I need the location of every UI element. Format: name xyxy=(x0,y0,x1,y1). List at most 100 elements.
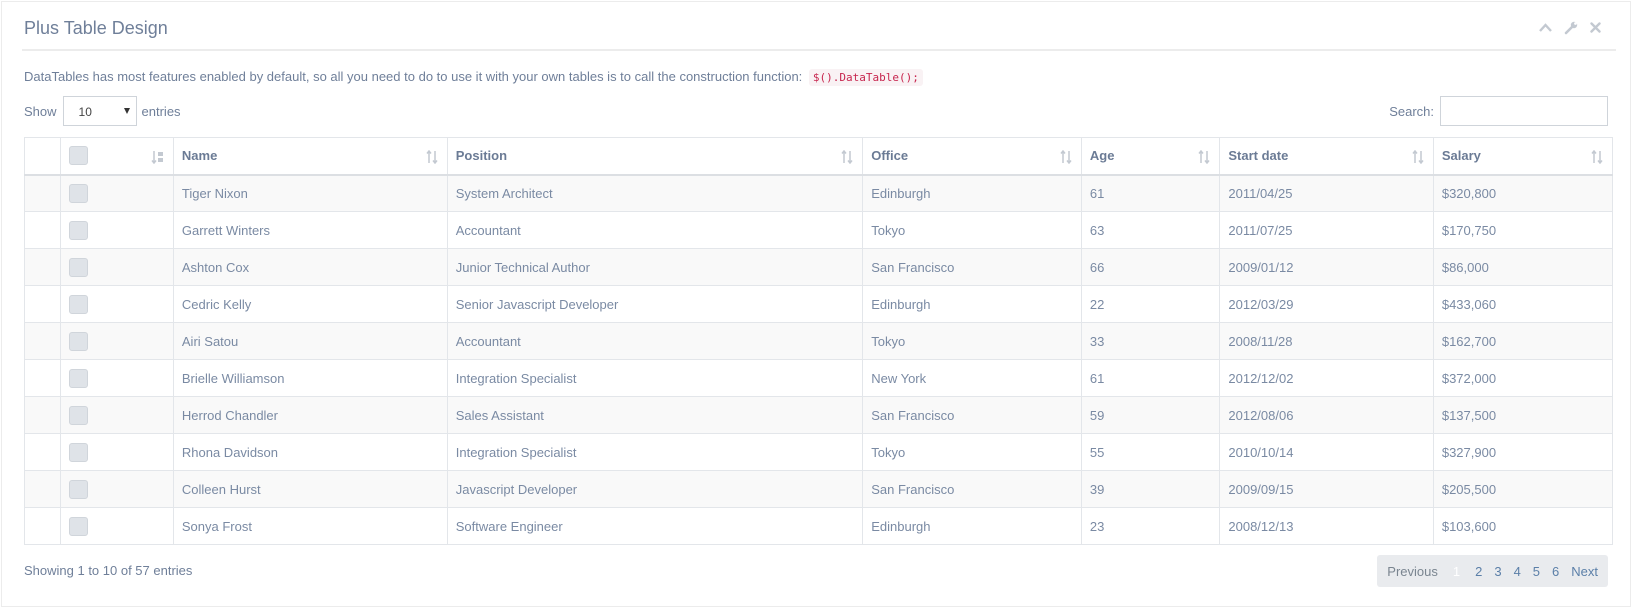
cell-name: Ashton Cox xyxy=(172,248,448,286)
cell-position: Junior Technical Author xyxy=(446,248,864,286)
cell-position: Accountant xyxy=(446,211,864,249)
cell-start-date: 2008/11/28 xyxy=(1219,322,1434,360)
table-info: Showing 1 to 10 of 57 entries xyxy=(24,563,193,578)
cell-start-date: 2009/09/15 xyxy=(1219,470,1434,508)
close-icon[interactable] xyxy=(1587,19,1604,36)
row-checkbox[interactable] xyxy=(69,294,89,314)
header-name[interactable]: Name xyxy=(172,137,448,176)
cell-salary: $433,060 xyxy=(1432,285,1614,323)
cell-position: Integration Specialist xyxy=(446,359,864,397)
header-age[interactable]: Age xyxy=(1080,137,1221,176)
cell-start-date: 2008/12/13 xyxy=(1219,507,1434,545)
header-salary[interactable]: Salary xyxy=(1432,137,1614,176)
intro-text: DataTables has most features enabled by … xyxy=(24,69,923,86)
cell-position: Sales Assistant xyxy=(446,396,864,434)
row-checkbox[interactable] xyxy=(69,516,89,536)
pagination-page-1[interactable]: 1 xyxy=(1448,564,1465,579)
length-prefix: Show xyxy=(24,103,57,119)
table-row: Herrod Chandler Sales Assistant San Fran… xyxy=(23,396,1614,434)
pagination-next[interactable]: Next xyxy=(1565,564,1604,579)
length-suffix: entries xyxy=(141,103,181,119)
row-select-cell xyxy=(60,396,174,434)
cell-office: Edinburgh xyxy=(862,174,1082,212)
table-row: Cedric Kelly Senior Javascript Developer… xyxy=(23,285,1614,323)
pagination-page-3[interactable]: 3 xyxy=(1488,564,1507,579)
table-row: Airi Satou Accountant Tokyo 33 2008/11/2… xyxy=(23,322,1614,360)
row-select-cell xyxy=(60,433,174,471)
row-blank-cell xyxy=(23,396,62,434)
cell-name: Herrod Chandler xyxy=(172,396,448,434)
panel-title: Plus Table Design xyxy=(24,18,168,38)
cell-name: Cedric Kelly xyxy=(172,285,448,323)
search-control: Search: xyxy=(1389,96,1608,126)
cell-age: 33 xyxy=(1080,322,1221,360)
cell-office: San Francisco xyxy=(862,396,1082,434)
row-select-cell xyxy=(60,248,174,286)
cell-age: 63 xyxy=(1080,211,1221,249)
row-checkbox[interactable] xyxy=(69,257,89,277)
header-office[interactable]: Office xyxy=(862,137,1082,176)
pagination-previous[interactable]: Previous xyxy=(1381,564,1448,579)
row-select-cell xyxy=(60,470,174,508)
cell-name: Sonya Frost xyxy=(172,507,448,545)
cell-salary: $162,700 xyxy=(1432,322,1614,360)
cell-age: 59 xyxy=(1080,396,1221,434)
table-row: Rhona Davidson Integration Specialist To… xyxy=(23,433,1614,471)
row-checkbox[interactable] xyxy=(69,331,89,351)
header-position[interactable]: Position xyxy=(446,137,864,176)
row-select-cell xyxy=(60,359,174,397)
sort-numeric-icon[interactable] xyxy=(151,150,165,164)
row-checkbox[interactable] xyxy=(69,442,89,462)
cell-office: New York xyxy=(862,359,1082,397)
row-checkbox[interactable] xyxy=(69,405,89,425)
cell-name: Rhona Davidson xyxy=(172,433,448,471)
wrench-icon[interactable] xyxy=(1562,19,1579,36)
row-checkbox[interactable] xyxy=(69,183,89,203)
cell-salary: $320,800 xyxy=(1432,174,1614,212)
row-blank-cell xyxy=(23,211,62,249)
table-row: Brielle Williamson Integration Specialis… xyxy=(23,359,1614,397)
pagination-page-5[interactable]: 5 xyxy=(1527,564,1546,579)
cell-salary: $103,600 xyxy=(1432,507,1614,545)
row-blank-cell xyxy=(23,507,62,545)
cell-position: Software Engineer xyxy=(446,507,864,545)
header-blank xyxy=(23,137,62,176)
panel-header: Plus Table Design xyxy=(22,2,1616,51)
chevron-up-icon[interactable] xyxy=(1537,19,1554,36)
header-start-date[interactable]: Start date xyxy=(1219,137,1434,176)
table-row: Garrett Winters Accountant Tokyo 63 2011… xyxy=(23,211,1614,249)
row-select-cell xyxy=(60,174,174,212)
panel: Plus Table Design DataTables has most fe… xyxy=(1,1,1631,607)
row-checkbox[interactable] xyxy=(69,220,89,240)
table-row: Colleen Hurst Javascript Developer San F… xyxy=(23,470,1614,508)
row-checkbox[interactable] xyxy=(69,368,89,388)
cell-age: 61 xyxy=(1080,359,1221,397)
cell-salary: $86,000 xyxy=(1432,248,1614,286)
cell-name: Airi Satou xyxy=(172,322,448,360)
cell-position: Integration Specialist xyxy=(446,433,864,471)
entries-select[interactable]: 10 xyxy=(62,96,137,126)
row-select-cell xyxy=(60,507,174,545)
header-select-all[interactable] xyxy=(60,137,174,176)
cell-age: 23 xyxy=(1080,507,1221,545)
cell-age: 66 xyxy=(1080,248,1221,286)
row-checkbox[interactable] xyxy=(69,479,89,499)
cell-position: Accountant xyxy=(446,322,864,360)
cell-start-date: 2012/12/02 xyxy=(1219,359,1434,397)
search-input[interactable] xyxy=(1440,96,1608,126)
pagination-page-2[interactable]: 2 xyxy=(1469,564,1488,579)
cell-position: System Architect xyxy=(446,174,864,212)
select-all-checkbox[interactable] xyxy=(69,146,89,166)
cell-position: Senior Javascript Developer xyxy=(446,285,864,323)
cell-age: 22 xyxy=(1080,285,1221,323)
entries-select-value: 10 xyxy=(78,105,92,119)
sort-icon xyxy=(426,150,438,164)
pagination-page-4[interactable]: 4 xyxy=(1508,564,1527,579)
pagination-page-6[interactable]: 6 xyxy=(1546,564,1565,579)
cell-salary: $327,900 xyxy=(1432,433,1614,471)
cell-name: Colleen Hurst xyxy=(172,470,448,508)
cell-start-date: 2011/04/25 xyxy=(1219,174,1434,212)
cell-age: 39 xyxy=(1080,470,1221,508)
header-start-date-label: Start date xyxy=(1228,148,1289,164)
row-select-cell xyxy=(60,285,174,323)
